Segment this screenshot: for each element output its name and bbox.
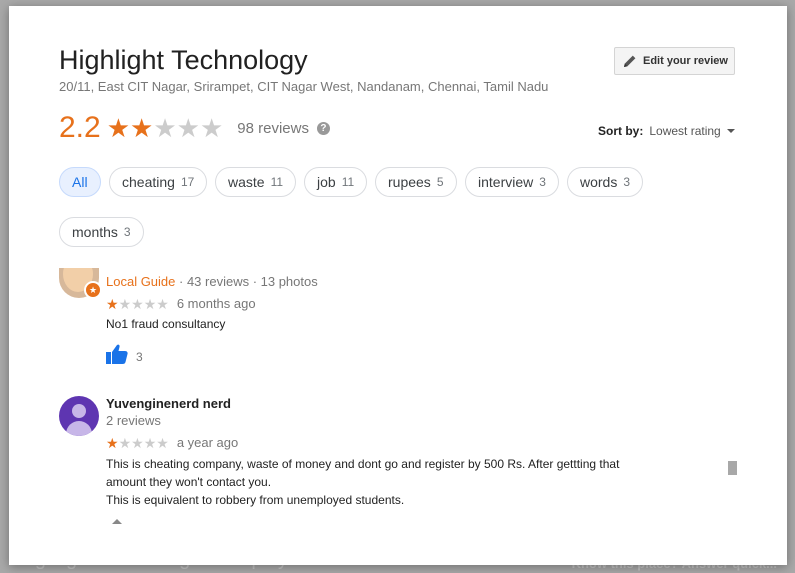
- chip-label: waste: [228, 174, 265, 190]
- thumbs-up-icon: [106, 344, 128, 369]
- review-text-line: This is equivalent to robbery from unemp…: [106, 493, 405, 507]
- review-text: No1 fraud consultancy: [106, 317, 226, 331]
- rating-value: 2.2: [59, 111, 101, 144]
- star-empty-icon: ★: [143, 295, 157, 312]
- filter-chip-interview[interactable]: interview 3: [465, 167, 559, 197]
- star-empty-icon: ★: [156, 434, 169, 451]
- star-empty-icon: ★: [176, 113, 200, 143]
- chip-count: 17: [180, 175, 195, 189]
- star-empty-icon: ★: [118, 434, 132, 451]
- sort-label: Sort by:: [598, 124, 644, 138]
- local-guide-label[interactable]: Local Guide: [106, 274, 175, 289]
- chip-count: 3: [623, 175, 631, 189]
- filter-chip-waste[interactable]: waste 11: [215, 167, 297, 197]
- review-text: This is cheating company, waste of money…: [106, 455, 706, 509]
- star-empty-icon: ★: [143, 434, 157, 451]
- review-date: 6 months ago: [176, 296, 256, 311]
- edit-review-label: Edit your review: [643, 55, 728, 67]
- chip-count: 11: [270, 175, 284, 189]
- more-indicator-icon: [112, 519, 122, 524]
- star-empty-icon: ★: [118, 295, 132, 312]
- reviewer-stats: · 43 reviews · 13 photos: [175, 274, 318, 289]
- chip-label: job: [317, 174, 336, 190]
- scrollbar-thumb[interactable]: [728, 461, 737, 475]
- chip-label: words: [580, 174, 618, 190]
- review-date: a year ago: [176, 435, 239, 450]
- reviewer-avatar[interactable]: [59, 396, 99, 436]
- review-count[interactable]: 98 reviews: [237, 120, 309, 137]
- filter-chip-rupees[interactable]: rupees 5: [375, 167, 457, 197]
- review-rating-line: ★ ★ ★ ★ ★ 6 months ago: [106, 296, 256, 311]
- like-button[interactable]: 3: [106, 344, 143, 369]
- review-text-line: This is cheating company, waste of money…: [106, 457, 620, 471]
- filter-chip-cheating[interactable]: cheating 17: [109, 167, 208, 197]
- pencil-icon: [623, 54, 637, 68]
- chip-label: months: [72, 224, 118, 240]
- avatar-head: [72, 404, 86, 418]
- business-address: 20/11, East CIT Nagar, Srirampet, CIT Na…: [59, 79, 549, 94]
- edit-review-button[interactable]: Edit your review: [614, 47, 735, 75]
- chip-label: interview: [478, 174, 534, 190]
- filter-chip-all[interactable]: All: [59, 167, 101, 197]
- reviews-dialog: Highlight Technology 20/11, East CIT Nag…: [9, 6, 787, 565]
- chip-count: 5: [436, 175, 444, 189]
- star-empty-icon: ★: [153, 113, 177, 143]
- chip-count: 11: [341, 175, 355, 189]
- review-rating-line: ★ ★ ★ ★ ★ a year ago: [106, 435, 238, 450]
- star-empty-icon: ★: [199, 113, 224, 143]
- caret-down-icon: [726, 129, 735, 133]
- star-empty-icon: ★: [156, 295, 169, 312]
- chip-count: 3: [539, 175, 546, 189]
- reviewer-meta: Local Guide · 43 reviews · 13 photos: [106, 274, 318, 289]
- help-icon[interactable]: ?: [316, 121, 330, 135]
- sort-dropdown[interactable]: Sort by: Lowest rating: [598, 124, 735, 138]
- chip-count: 3: [123, 225, 131, 239]
- local-guide-badge-icon: ★: [84, 281, 102, 299]
- review-stars: ★ ★ ★ ★ ★: [106, 297, 169, 311]
- reviewer-name[interactable]: Yuvenginenerd nerd: [106, 396, 231, 411]
- star-empty-icon: ★: [131, 434, 144, 451]
- like-count: 3: [136, 349, 143, 364]
- business-name: Highlight Technology: [59, 45, 308, 75]
- filter-chip-job[interactable]: job 11: [304, 167, 368, 197]
- sort-value: Lowest rating: [649, 124, 721, 138]
- reviewer-stats: 2 reviews: [106, 413, 161, 428]
- rating-stars: ★ ★ ★ ★ ★: [107, 115, 224, 141]
- filter-chip-words[interactable]: words 3: [567, 167, 644, 197]
- filter-chip-months[interactable]: months 3: [59, 217, 144, 247]
- star-filled-icon: ★: [106, 434, 119, 451]
- star-filled-icon: ★: [106, 295, 119, 312]
- avatar-body: [66, 421, 92, 436]
- chip-label: All: [72, 174, 88, 190]
- star-filled-icon: ★: [106, 113, 131, 143]
- chip-label: rupees: [388, 174, 431, 190]
- chip-label: cheating: [122, 174, 175, 190]
- review-stars: ★ ★ ★ ★ ★: [106, 436, 169, 450]
- rating-summary: 2.2 ★ ★ ★ ★ ★ 98 reviews ?: [59, 108, 330, 148]
- star-empty-icon: ★: [131, 295, 144, 312]
- review-text-line: amount they won't contact you.: [106, 475, 272, 489]
- star-filled-icon: ★: [130, 113, 154, 143]
